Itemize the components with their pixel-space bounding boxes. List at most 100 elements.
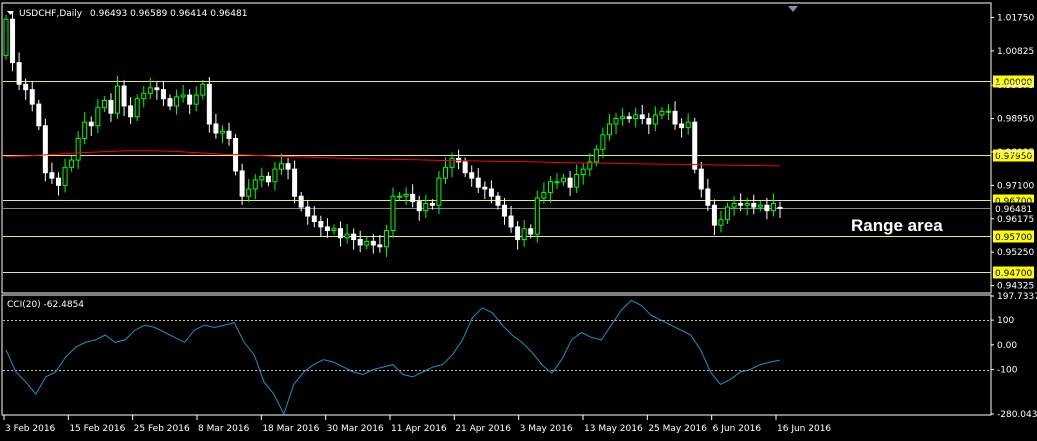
candle-body bbox=[462, 161, 468, 174]
candle-body bbox=[344, 233, 350, 239]
bid-price-label: 0.96481 bbox=[995, 205, 1032, 215]
candle-body bbox=[665, 110, 671, 113]
candle-body bbox=[370, 240, 376, 246]
candle-body bbox=[429, 202, 435, 206]
candle-body bbox=[600, 134, 606, 150]
candle-body bbox=[23, 83, 29, 91]
level-price-label: 0.95700 bbox=[995, 233, 1032, 243]
candle-body bbox=[351, 233, 357, 241]
price-tick-label: 1.01750 bbox=[997, 13, 1034, 23]
price-tick-label: 0.94325 bbox=[997, 282, 1034, 292]
time-tick-label: 6 Jun 2016 bbox=[713, 424, 762, 434]
cci-tick-label: 100 bbox=[997, 316, 1014, 326]
chart-symbol: USDCHF,Daily bbox=[19, 9, 83, 19]
candle-body bbox=[200, 83, 206, 96]
candle-body bbox=[606, 123, 612, 136]
candle-body bbox=[101, 100, 107, 109]
candle-body bbox=[147, 87, 153, 94]
time-tick-label: 30 Mar 2016 bbox=[327, 424, 384, 434]
candle-body bbox=[10, 18, 16, 64]
candle-body bbox=[567, 177, 573, 188]
candle-body bbox=[442, 166, 448, 179]
candle-body bbox=[29, 89, 35, 105]
time-tick-label: 11 Apr 2016 bbox=[391, 424, 447, 434]
candle-body bbox=[259, 175, 265, 181]
candle-body bbox=[449, 157, 455, 168]
candle-body bbox=[423, 202, 429, 212]
candle-body bbox=[692, 121, 698, 170]
candle-body bbox=[574, 174, 580, 188]
candle-body bbox=[285, 163, 291, 170]
candle-body bbox=[141, 92, 147, 100]
cci-tick-label: 197.7337 bbox=[997, 292, 1037, 302]
candle-body bbox=[534, 197, 540, 235]
time-tick-label: 16 Jun 2016 bbox=[777, 424, 831, 434]
candle-body bbox=[108, 100, 114, 114]
candle-body bbox=[528, 228, 534, 235]
candle-body bbox=[331, 228, 337, 232]
candle-body bbox=[698, 168, 704, 190]
candle-body bbox=[193, 94, 199, 105]
candle-body bbox=[488, 188, 494, 197]
candle-body bbox=[115, 85, 121, 114]
candle-body bbox=[318, 220, 324, 228]
candle-body bbox=[620, 116, 626, 120]
cci-tick-label: -280.0437 bbox=[997, 410, 1037, 420]
candle-body bbox=[403, 193, 409, 197]
indicator-label: CCI(20) -62.4854 bbox=[7, 300, 84, 310]
candle-body bbox=[3, 18, 9, 56]
candle-body bbox=[646, 118, 652, 125]
candle-body bbox=[718, 219, 724, 226]
candle-body bbox=[515, 226, 521, 241]
candle-body bbox=[469, 172, 475, 179]
candle-body bbox=[561, 177, 567, 183]
candle-body bbox=[160, 89, 166, 100]
price-axis: 1.01750 1.00825 0.99875 0.98950 0.98025 0.971… bbox=[991, 13, 1034, 292]
candle-body bbox=[738, 202, 744, 206]
candle-body bbox=[436, 177, 442, 206]
price-tick-label: 0.96175 bbox=[997, 215, 1034, 225]
candle-body bbox=[672, 110, 678, 125]
candle-body bbox=[88, 121, 94, 127]
candle-body bbox=[705, 188, 711, 206]
candle-body bbox=[338, 228, 344, 239]
candle-body bbox=[731, 202, 737, 208]
candle-body bbox=[69, 159, 75, 168]
candle-body bbox=[475, 177, 481, 188]
candle-body bbox=[252, 179, 258, 190]
candle-body bbox=[364, 240, 370, 246]
candle-body bbox=[121, 85, 127, 107]
candle-body bbox=[305, 206, 311, 217]
candle-body bbox=[298, 195, 304, 208]
candle-body bbox=[55, 177, 61, 186]
time-tick-label: 3 May 2016 bbox=[520, 424, 573, 434]
candle-body bbox=[711, 204, 717, 226]
candle-body bbox=[226, 130, 232, 139]
candle-body bbox=[508, 215, 514, 228]
price-tick-label: 0.95250 bbox=[997, 248, 1034, 258]
candle-body bbox=[390, 195, 396, 232]
candle-body bbox=[456, 157, 462, 163]
candle-body bbox=[311, 215, 317, 222]
chart-canvas: 1.000000.979500.967000.957000.947000.964… bbox=[0, 0, 1037, 441]
candle-body bbox=[206, 83, 212, 125]
candle-body bbox=[659, 110, 665, 116]
level-price-label: 0.94700 bbox=[995, 269, 1032, 279]
candle-body bbox=[174, 96, 180, 107]
time-tick-label: 18 Mar 2016 bbox=[262, 424, 319, 434]
cci-tick-label: -100 bbox=[997, 366, 1018, 376]
candle-body bbox=[239, 170, 245, 197]
candle-body bbox=[246, 188, 252, 197]
candle-body bbox=[213, 123, 219, 134]
candle-body bbox=[416, 201, 422, 212]
time-tick-label: 15 Feb 2016 bbox=[69, 424, 125, 434]
candle-body bbox=[764, 204, 770, 212]
candle-body bbox=[265, 175, 271, 183]
candle-body bbox=[278, 163, 284, 170]
candle-body bbox=[777, 206, 783, 209]
candle-body bbox=[744, 202, 750, 206]
candle-body bbox=[554, 181, 560, 184]
candle-body bbox=[633, 114, 639, 120]
candle-body bbox=[770, 202, 776, 212]
candle-body bbox=[219, 130, 225, 134]
